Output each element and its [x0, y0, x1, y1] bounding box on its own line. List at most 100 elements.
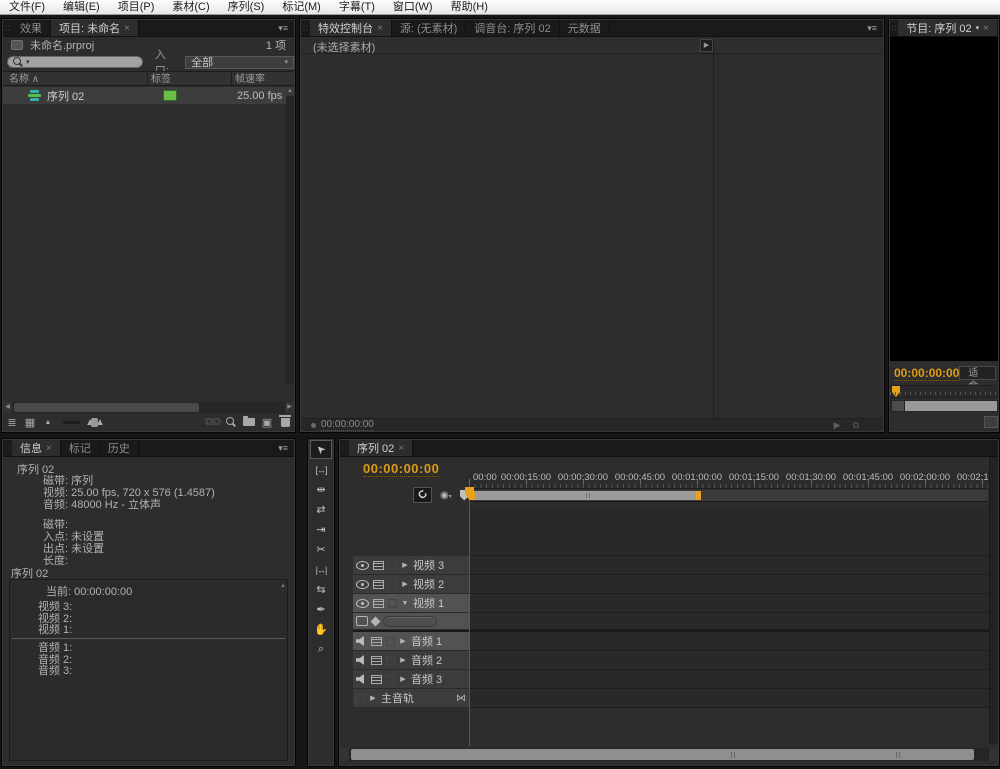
speaker-icon[interactable] [356, 636, 367, 646]
icon-view-icon[interactable]: ▦ [21, 414, 39, 430]
zoom-level-dropdown[interactable]: 适合 [959, 366, 996, 380]
tab-历史[interactable]: 历史 [100, 440, 139, 456]
column-divider[interactable] [231, 72, 232, 85]
vertical-scrollbar[interactable] [989, 457, 998, 744]
panel-grip-icon[interactable]: ∷ [3, 440, 12, 456]
show-timeline-view-button[interactable]: ▶ [700, 39, 713, 52]
playhead-icon[interactable] [892, 386, 900, 397]
speaker-icon[interactable] [356, 655, 367, 665]
column-label[interactable]: 标签 [151, 73, 171, 86]
track-lock-toggle[interactable] [386, 675, 395, 684]
display-style-icon[interactable] [356, 616, 368, 626]
horizontal-scrollbar[interactable] [340, 748, 998, 761]
track-content[interactable] [469, 613, 989, 630]
menu-item[interactable]: 标记(M) [273, 0, 330, 15]
panel-menu-icon[interactable]: ▾≡ [272, 440, 294, 456]
new-bin-icon[interactable] [240, 414, 258, 430]
scroll-handle[interactable] [892, 401, 904, 411]
scroll-thumb[interactable] [905, 401, 997, 411]
track-header[interactable] [353, 613, 469, 630]
keyframe-icon[interactable] [371, 616, 381, 626]
menu-item[interactable]: 编辑(E) [54, 0, 109, 15]
master-meter-icon[interactable]: ⋈ [456, 693, 466, 704]
scroll-track[interactable] [12, 402, 285, 413]
delete-icon[interactable] [276, 414, 294, 430]
film-icon[interactable]: ⧉ [853, 420, 859, 431]
track-select-tool[interactable]: [↔] [310, 460, 332, 479]
panel-grip-icon[interactable]: ∷ [890, 20, 898, 36]
tab-close-icon[interactable]: × [398, 443, 404, 454]
program-timecode[interactable]: 00:00:00:00 [894, 366, 959, 381]
track-header[interactable] [353, 506, 469, 556]
horizontal-scrollbar[interactable]: ◀ ▶ [3, 402, 294, 413]
time-ruler[interactable]: 00:0000:00:15:0000:00:30:0000:00:45:0000… [469, 469, 988, 489]
collapse-icon[interactable]: ▼ [401, 600, 409, 607]
rolling-edit-tool[interactable]: ⇄ [310, 500, 332, 519]
track-header[interactable]: ▶视频 3 [353, 556, 469, 575]
scroll-up-icon[interactable]: ▲ [280, 581, 286, 593]
scroll-box-left[interactable] [340, 748, 349, 761]
play-icon[interactable]: ▶ [834, 420, 841, 431]
tab-close-icon[interactable]: × [983, 23, 989, 34]
sync-lock-icon[interactable] [371, 675, 382, 684]
tab-close-icon[interactable]: × [377, 23, 383, 34]
automate-to-sequence-icon[interactable]: ⧉⧉ [204, 414, 222, 430]
collapse-icon[interactable]: ▶ [401, 580, 409, 588]
tab-效果[interactable]: 效果 [12, 20, 51, 36]
menu-item[interactable]: 帮助(H) [442, 0, 497, 15]
sync-lock-icon[interactable] [373, 599, 384, 608]
tab-调音台-序列-02[interactable]: 调音台: 序列 02 [466, 20, 559, 36]
razor-tool[interactable]: ✂ [310, 540, 332, 559]
list-view-icon[interactable]: ≣ [3, 414, 21, 430]
track-content[interactable] [469, 594, 989, 613]
track-content[interactable] [469, 632, 989, 651]
panel-menu-icon[interactable]: ▾≡ [272, 20, 294, 36]
scroll-thumb[interactable] [351, 749, 974, 760]
program-mini-ruler[interactable] [890, 385, 998, 398]
menu-item[interactable]: 序列(S) [219, 0, 274, 15]
sync-lock-icon[interactable] [373, 580, 384, 589]
scroll-left-icon[interactable]: ◀ [3, 402, 12, 413]
track-header[interactable]: ▶视频 2 [353, 575, 469, 594]
track-lock-toggle[interactable] [388, 599, 397, 608]
panel-grip-icon[interactable]: ∷ [340, 440, 349, 456]
sync-lock-icon[interactable] [373, 561, 384, 570]
program-button-partial[interactable] [984, 416, 998, 428]
scroll-box-right[interactable] [989, 748, 998, 761]
entry-dropdown[interactable]: 全部 ▾ [185, 56, 294, 69]
eye-icon[interactable] [356, 580, 369, 589]
chevron-down-icon[interactable]: ▾ [976, 24, 980, 32]
program-scrollbar[interactable] [890, 400, 998, 412]
track-lock-toggle[interactable] [386, 656, 395, 665]
collapse-icon[interactable]: ▶ [399, 656, 407, 664]
track-content[interactable] [469, 689, 989, 708]
panel-grip-icon[interactable]: ∷ [301, 20, 310, 36]
eye-icon[interactable] [356, 561, 369, 570]
encore-marker-icon[interactable]: ◉▾ [440, 490, 452, 501]
work-area-grip[interactable] [586, 493, 592, 498]
collapse-icon[interactable]: ▶ [401, 561, 409, 569]
track-content[interactable] [469, 651, 989, 670]
chevron-down-icon[interactable]: ▾ [26, 58, 30, 66]
track-header[interactable]: ▶音频 1 [353, 632, 469, 651]
panel-menu-icon[interactable]: ▾≡ [861, 20, 883, 36]
menu-item[interactable]: 文件(F) [0, 0, 54, 15]
find-icon[interactable] [222, 414, 240, 430]
collapse-icon[interactable]: ▶ [369, 694, 377, 702]
collapse-icon[interactable]: ▶ [399, 675, 407, 683]
slip-tool[interactable]: |↔| [310, 560, 332, 579]
eye-icon[interactable] [356, 599, 369, 608]
column-framerate[interactable]: 帧速率 [235, 73, 265, 86]
tab-close-icon[interactable]: × [46, 443, 52, 454]
tab-源-无素材-[interactable]: 源: (无素材) [392, 20, 466, 36]
track-display-pill[interactable] [383, 616, 437, 627]
track-header[interactable]: ▼视频 1 [353, 594, 469, 613]
search-input[interactable]: ▾ [7, 56, 143, 68]
track-header[interactable]: ▶音频 2 [353, 651, 469, 670]
speaker-icon[interactable] [356, 674, 367, 684]
menu-item[interactable]: 字幕(T) [330, 0, 384, 15]
timeline-timecode[interactable]: 00:00:00:00 [363, 461, 439, 477]
tab-元数据[interactable]: 元数据 [560, 20, 610, 36]
selection-tool[interactable]: ➤ [310, 440, 332, 459]
panel-grip-icon[interactable]: ∷ [3, 20, 12, 36]
